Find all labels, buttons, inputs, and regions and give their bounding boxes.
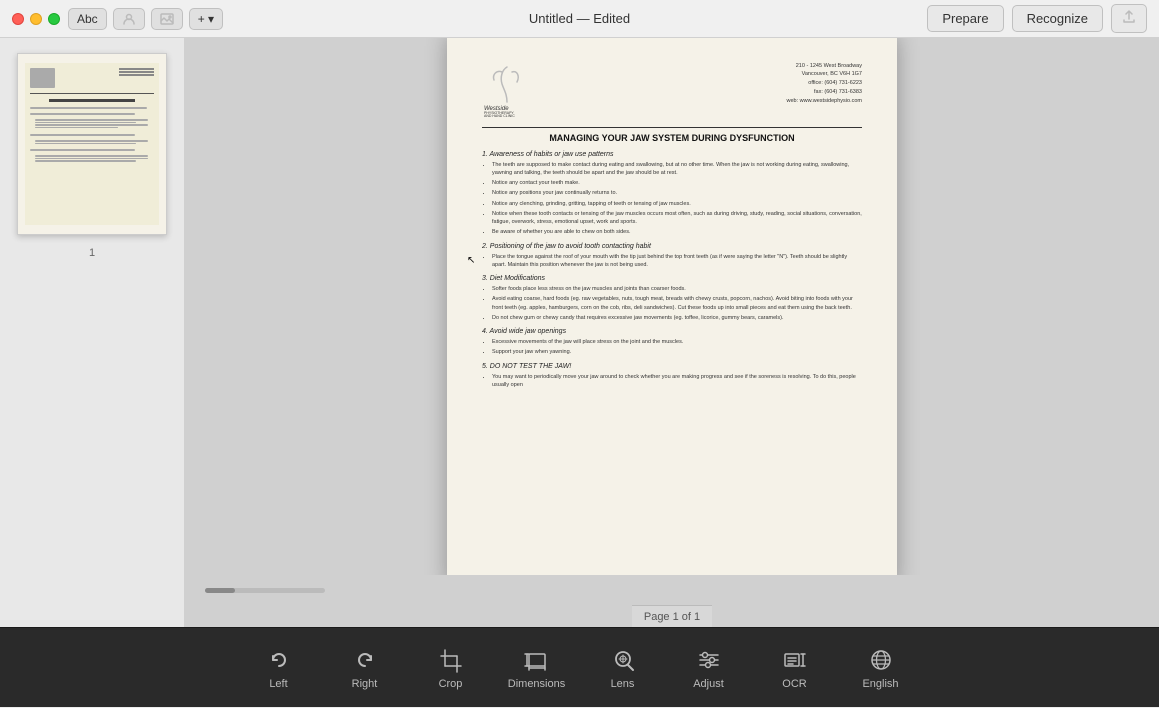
maximize-button[interactable] (48, 13, 60, 25)
scroll-track[interactable] (205, 588, 325, 593)
section-4-bullets: Excessive movements of the jaw will plac… (482, 338, 862, 357)
bottom-toolbar: Left Right Crop (0, 627, 1159, 707)
svg-text:AND HAND CLINIC: AND HAND CLINIC (484, 114, 515, 117)
sidebar: 1 (0, 38, 185, 627)
crop-icon (437, 646, 465, 674)
bullet-item: Do not chew gum or chewy candy that requ… (492, 314, 862, 322)
logo-area: Westside PHYSIOTHERAPY AND HAND CLINIC (482, 62, 532, 117)
adjust-icon (695, 646, 723, 674)
prepare-button[interactable]: Prepare (927, 5, 1003, 32)
page-thumbnail-1[interactable] (17, 53, 167, 235)
adjust-label: Adjust (693, 678, 724, 690)
thumb-inner (25, 63, 158, 225)
toolbar-item-right[interactable]: Right (322, 628, 408, 708)
doc-title: MANAGING YOUR JAW SYSTEM DURING DYSFUNCT… (482, 133, 862, 143)
divider-line (482, 127, 862, 128)
thumb-content (18, 54, 166, 234)
section-3-num: 3. Diet Modifications (482, 275, 862, 282)
bullet-item: Notice any positions your jaw continuall… (492, 189, 862, 197)
text-tool-button[interactable]: Abc (68, 8, 107, 30)
crop-label: Crop (439, 678, 463, 690)
titlebar-tools: Abc + ▾ (68, 8, 223, 30)
bullet-item: Notice any contact your teeth make. (492, 179, 862, 187)
toolbar-item-english[interactable]: English (838, 628, 924, 708)
rotate-right-icon (351, 646, 379, 674)
section-5-num: 5. DO NOT TEST THE JAW! (482, 363, 862, 370)
dimensions-icon (523, 646, 551, 674)
toolbar-item-left[interactable]: Left (236, 628, 322, 708)
lens-label: Lens (611, 678, 635, 690)
english-label: English (862, 678, 898, 690)
lens-icon (609, 646, 637, 674)
share-button[interactable] (1111, 4, 1147, 33)
status-bar: Page 1 of 1 (632, 605, 712, 627)
window-title: Untitled — Edited (529, 11, 630, 26)
section-2-bullets: ↖ Place the tongue against the roof of y… (482, 253, 862, 270)
traffic-lights (12, 13, 60, 25)
bullet-item: Support your jaw when yawning. (492, 348, 862, 356)
section-1-bullets: The teeth are supposed to make contact d… (482, 161, 862, 237)
toolbar-item-crop[interactable]: Crop (408, 628, 494, 708)
document-page: Westside PHYSIOTHERAPY AND HAND CLINIC 2… (447, 38, 897, 575)
globe-icon (867, 646, 895, 674)
close-button[interactable] (12, 13, 24, 25)
page-info: Page 1 of 1 (644, 611, 700, 623)
main-area: 1 Westside PHYSIOTHERAPY AND H (0, 38, 1159, 627)
add-tool-button[interactable]: + ▾ (189, 8, 223, 30)
toolbar-item-dimensions[interactable]: Dimensions (494, 628, 580, 708)
titlebar-right: Prepare Recognize (927, 4, 1147, 33)
scroll-thumb[interactable] (205, 588, 235, 593)
document-container: Westside PHYSIOTHERAPY AND HAND CLINIC 2… (185, 38, 1159, 575)
bullet-item: Be aware of whether you are able to chew… (492, 228, 862, 236)
ocr-label: OCR (782, 678, 806, 690)
contact-info: 210 - 1245 West Broadway Vancouver, BC V… (786, 62, 862, 106)
image-tool-button[interactable] (151, 8, 183, 30)
section-5-bullets: You may want to periodically move your j… (482, 373, 862, 390)
section-2-num: 2. Positioning of the jaw to avoid tooth… (482, 243, 862, 250)
page-number-label: 1 (89, 247, 95, 259)
bullet-item: The teeth are supposed to make contact d… (492, 161, 862, 178)
cursor-indicator: ↖ (467, 255, 479, 273)
contact-tool-button[interactable] (113, 8, 145, 30)
bullet-item: Softer foods place less stress on the ja… (492, 285, 862, 293)
content-area: Westside PHYSIOTHERAPY AND HAND CLINIC 2… (185, 38, 1159, 627)
toolbar-item-adjust[interactable]: Adjust (666, 628, 752, 708)
bullet-item: Excessive movements of the jaw will plac… (492, 338, 862, 346)
rotate-left-icon (265, 646, 293, 674)
toolbar-item-lens[interactable]: Lens (580, 628, 666, 708)
sidebar-scroll: 1 (10, 53, 174, 259)
bullet-item: You may want to periodically move your j… (492, 373, 862, 390)
recognize-button[interactable]: Recognize (1012, 5, 1103, 32)
bullet-item: Avoid eating coarse, hard foods (eg. raw… (492, 295, 862, 312)
ocr-icon (781, 646, 809, 674)
minimize-button[interactable] (30, 13, 42, 25)
section-4-num: 4. Avoid wide jaw openings (482, 328, 862, 335)
doc-header: Westside PHYSIOTHERAPY AND HAND CLINIC 2… (482, 62, 862, 117)
left-label: Left (269, 678, 287, 690)
titlebar-left: Abc + ▾ (12, 8, 223, 30)
bullet-item: Notice any clenching, grinding, gritting… (492, 200, 862, 208)
bullet-item: Notice when these tooth contacts or tens… (492, 210, 862, 227)
section-1-num: 1. Awareness of habits or jaw use patter… (482, 151, 862, 158)
toolbar-item-ocr[interactable]: OCR (752, 628, 838, 708)
section-3-bullets: Softer foods place less stress on the ja… (482, 285, 862, 322)
dimensions-label: Dimensions (508, 678, 565, 690)
bullet-item: Place the tongue against the roof of you… (492, 253, 862, 270)
titlebar: Abc + ▾ Untitled — Edited Prepare Recogn… (0, 0, 1159, 38)
right-label: Right (352, 678, 378, 690)
scroll-area (185, 575, 1159, 605)
